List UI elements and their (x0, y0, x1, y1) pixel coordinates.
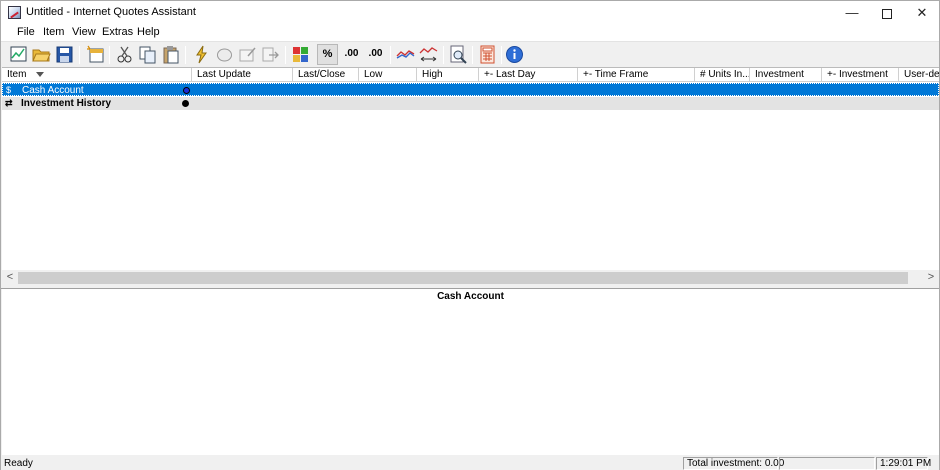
toolbar-separator (185, 46, 186, 64)
column-header-investment[interactable]: Investment (750, 68, 822, 82)
status-time: 1:29:01 PM (876, 457, 931, 470)
scroll-right-icon[interactable]: > (923, 270, 939, 286)
scroll-left-icon[interactable]: < (2, 270, 18, 286)
app-icon (8, 6, 21, 19)
remove-decimal-button[interactable]: .00 (365, 44, 386, 65)
toolbar-separator (443, 46, 444, 64)
toolbar-separator (79, 46, 80, 64)
menu-extras[interactable]: Extras (102, 26, 133, 38)
save-icon[interactable] (54, 44, 75, 65)
minimize-button[interactable]: — (834, 1, 870, 24)
connect-icon[interactable] (214, 44, 235, 65)
exchange-icon: ⇄ (5, 98, 13, 108)
time-frame-chart-icon[interactable] (418, 44, 439, 65)
calculator-icon[interactable] (477, 44, 498, 65)
menu-item[interactable]: Item (43, 26, 64, 38)
horizontal-scrollbar[interactable]: < > (2, 270, 939, 286)
remove-decimal-label: .00 (368, 48, 383, 59)
open-folder-icon[interactable] (31, 44, 52, 65)
status-text: Ready (4, 458, 33, 469)
percent-toggle-button[interactable]: % (317, 44, 338, 65)
title-bar: Untitled - Internet Quotes Assistant — ✕ (1, 1, 939, 24)
column-header-units[interactable]: # Units In... (695, 68, 750, 82)
toolbar-separator (472, 46, 473, 64)
column-label: Item (7, 69, 27, 80)
column-header-investment-change[interactable]: +- Investment (822, 68, 899, 82)
column-header-time-frame[interactable]: +- Time Frame (578, 68, 695, 82)
row-label: Cash Account (22, 85, 84, 96)
sort-descending-icon (36, 71, 45, 77)
menu-file[interactable]: File (17, 26, 35, 38)
chart-icon[interactable] (395, 44, 416, 65)
menu-bar: File Item View Extras Help (1, 24, 939, 41)
total-investment: Total investment: 0.00 (683, 457, 784, 470)
status-dot-icon (183, 87, 190, 94)
scrollbar-thumb[interactable] (18, 272, 908, 284)
add-decimal-label: .00 (344, 48, 359, 59)
detail-pane: Cash Account (2, 289, 939, 455)
close-button[interactable]: ✕ (904, 1, 940, 24)
percent-label: % (322, 48, 333, 60)
toolbar-separator (109, 46, 110, 64)
edit-icon[interactable] (237, 44, 258, 65)
quotes-list[interactable]: Item Last Update Last/Close Low High +- … (2, 67, 939, 286)
preview-icon[interactable] (448, 44, 469, 65)
portfolio-icon[interactable] (290, 44, 311, 65)
menu-help[interactable]: Help (137, 26, 160, 38)
status-dot-icon (182, 100, 189, 107)
column-header-high[interactable]: High (417, 68, 479, 82)
detail-title: Cash Account (437, 291, 504, 302)
status-pane-empty (779, 457, 875, 470)
info-icon[interactable] (504, 44, 525, 65)
column-header-last-close[interactable]: Last/Close (293, 68, 359, 82)
column-header-low[interactable]: Low (359, 68, 417, 82)
table-row[interactable]: $ Cash Account (2, 83, 939, 96)
toolbar: % .00 .00 (1, 41, 939, 66)
column-header-item[interactable]: Item (2, 68, 192, 82)
toolbar-separator (501, 46, 502, 64)
new-item-icon[interactable] (85, 44, 106, 65)
column-header-last-update[interactable]: Last Update (192, 68, 293, 82)
add-decimal-button[interactable]: .00 (341, 44, 362, 65)
copy-icon[interactable] (137, 44, 158, 65)
new-document-icon[interactable] (8, 44, 29, 65)
dollar-icon: $ (6, 85, 12, 95)
column-header-last-day[interactable]: +- Last Day (479, 68, 578, 82)
menu-view[interactable]: View (72, 26, 96, 38)
paste-icon[interactable] (160, 44, 181, 65)
maximize-button[interactable] (869, 1, 905, 24)
app-window: Untitled - Internet Quotes Assistant — ✕… (0, 0, 940, 470)
cut-icon[interactable] (114, 44, 135, 65)
maximize-icon (882, 8, 892, 19)
table-row[interactable]: ⇄ Investment History (2, 97, 939, 110)
column-header-user-defined[interactable]: User-def (899, 68, 939, 82)
status-bar: Ready Total investment: 0.00 1:29:01 PM (1, 456, 939, 470)
row-label: Investment History (21, 98, 112, 109)
update-quotes-icon[interactable] (191, 44, 212, 65)
toolbar-separator (390, 46, 391, 64)
export-icon[interactable] (260, 44, 281, 65)
toolbar-separator (285, 46, 286, 64)
window-title: Untitled - Internet Quotes Assistant (26, 6, 196, 18)
